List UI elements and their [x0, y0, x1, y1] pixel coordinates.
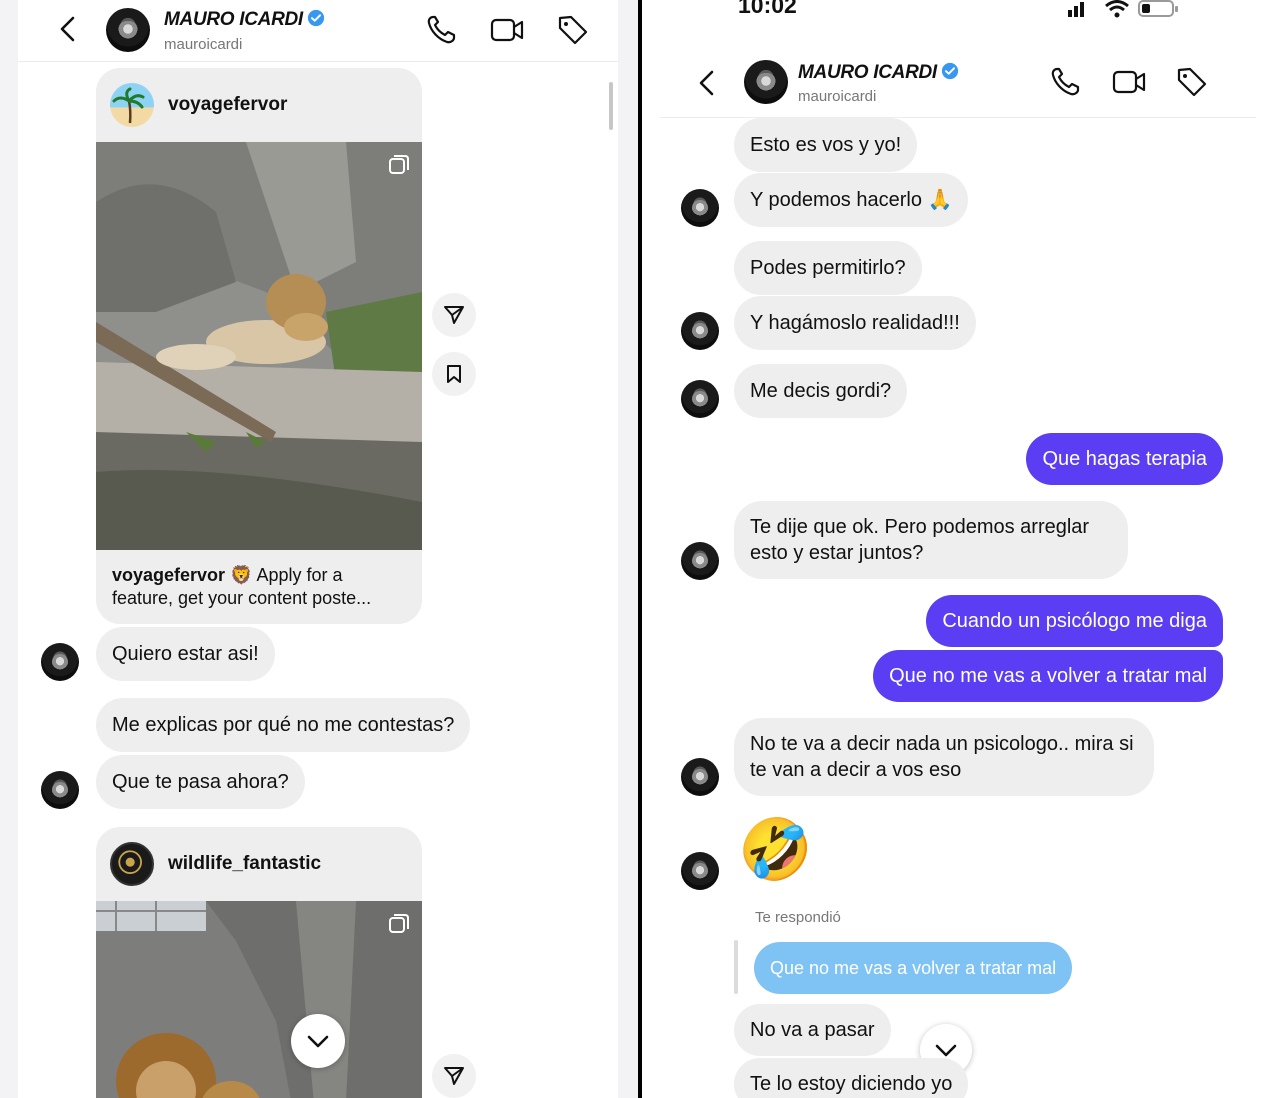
phone-icon[interactable] — [1048, 65, 1082, 99]
tag-icon[interactable] — [556, 13, 590, 47]
share-button[interactable] — [432, 1054, 476, 1098]
battery-icon — [1138, 0, 1178, 17]
contact-avatar[interactable] — [106, 8, 150, 52]
share-button[interactable] — [432, 293, 476, 337]
verified-icon — [307, 9, 325, 27]
back-icon[interactable] — [693, 68, 723, 98]
contact-name-text: MAURO ICARDI — [798, 62, 937, 83]
reply-quote-bar — [734, 940, 738, 994]
wifi-icon — [1105, 0, 1129, 18]
post-header: wildlife_fantastic — [96, 827, 422, 901]
sender-avatar[interactable] — [41, 643, 79, 681]
sender-avatar[interactable] — [681, 380, 719, 418]
chat-header: MAURO ICARDI mauroicardi — [18, 0, 618, 62]
verified-icon — [941, 62, 959, 80]
contact-username: mauroicardi — [798, 88, 877, 105]
contact-username: mauroicardi — [164, 36, 243, 53]
post-author-username[interactable]: wildlife_fantastic — [168, 853, 321, 875]
post-author-avatar — [110, 842, 154, 886]
sender-avatar[interactable] — [41, 771, 79, 809]
palm-tree-icon — [112, 87, 145, 124]
save-icon — [447, 365, 461, 383]
contact-avatar[interactable] — [744, 60, 788, 104]
tag-icon[interactable] — [1175, 65, 1209, 99]
video-icon[interactable] — [490, 13, 524, 47]
shared-post[interactable]: voyagefervor voyagefervor 🦁 Apply for a … — [96, 68, 422, 624]
message-bubble[interactable]: Te lo estoy diciendo yo — [734, 1058, 969, 1098]
chat-screen-left: MAURO ICARDI mauroicardi voyagefervor vo… — [18, 0, 618, 1098]
emoji-message[interactable]: 🤣 — [738, 820, 813, 880]
scroll-to-bottom-button[interactable] — [291, 1014, 345, 1068]
my-message-bubble[interactable]: Que no me vas a volver a tratar mal — [873, 650, 1223, 702]
shared-post[interactable]: wildlife_fantastic — [96, 827, 422, 1098]
wildlife-logo-icon — [118, 850, 142, 874]
message-bubble[interactable]: No te va a decir nada un psicologo.. mir… — [734, 718, 1154, 796]
post-header: voyagefervor — [96, 68, 422, 142]
message-bubble[interactable]: Que te pasa ahora? — [96, 755, 305, 809]
post-caption: voyagefervor 🦁 Apply for a feature, get … — [96, 550, 422, 624]
scrollbar[interactable] — [609, 82, 613, 130]
message-bubble[interactable]: Te dije que ok. Pero podemos arreglar es… — [734, 501, 1128, 579]
message-bubble[interactable]: Y hagámoslo realidad!!! — [734, 296, 976, 350]
post-image-lions[interactable] — [96, 901, 422, 1098]
share-icon — [444, 306, 464, 324]
post-author-username[interactable]: voyagefervor — [168, 94, 287, 116]
caption-emoji: 🦁 — [230, 565, 253, 585]
my-message-bubble[interactable]: Cuando un psicólogo me diga — [926, 595, 1223, 647]
share-icon — [444, 1067, 464, 1085]
message-bubble[interactable]: Y podemos hacerlo 🙏 — [734, 173, 969, 227]
multi-photo-icon — [389, 914, 409, 933]
sender-avatar[interactable] — [681, 312, 719, 350]
contact-name-text: MAURO ICARDI — [164, 9, 303, 30]
chevron-down-icon — [307, 1035, 329, 1048]
save-button[interactable] — [432, 352, 476, 396]
sender-avatar[interactable] — [681, 852, 719, 890]
quoted-message[interactable]: Que no me vas a volver a tratar mal — [754, 942, 1073, 994]
sender-avatar[interactable] — [681, 542, 719, 580]
message-bubble[interactable]: Me explicas por qué no me contestas? — [96, 698, 471, 752]
my-message-bubble[interactable]: Que hagas terapia — [1026, 433, 1223, 485]
message-bubble[interactable]: Quiero estar asi! — [96, 627, 275, 681]
multi-photo-icon — [389, 155, 409, 174]
sender-avatar[interactable] — [681, 189, 719, 227]
message-bubble[interactable]: No va a pasar — [734, 1004, 891, 1056]
status-time: 10:02 — [738, 0, 797, 18]
right-screenshot: 10:02 MAURO ICARDI mauroicardi Esto es v… — [642, 0, 1280, 1098]
left-screenshot: MAURO ICARDI mauroicardi voyagefervor vo… — [0, 0, 640, 1098]
signal-icon — [1068, 2, 1084, 17]
lions-photo — [96, 901, 422, 1098]
phone-icon[interactable] — [424, 13, 458, 47]
caption-username[interactable]: voyagefervor — [112, 565, 225, 585]
contact-name[interactable]: MAURO ICARDI — [164, 9, 325, 31]
video-icon[interactable] — [1112, 65, 1146, 99]
lions-photo — [96, 142, 422, 550]
contact-name[interactable]: MAURO ICARDI — [798, 62, 959, 84]
message-bubble[interactable]: Me decis gordi? — [734, 364, 908, 418]
post-author-avatar — [110, 83, 154, 127]
message-bubble[interactable]: Podes permitirlo? — [734, 241, 922, 295]
post-image-lions[interactable] — [96, 142, 422, 550]
back-icon[interactable] — [54, 14, 84, 44]
sender-avatar[interactable] — [681, 758, 719, 796]
message-bubble[interactable]: Esto es vos y yo! — [734, 118, 918, 172]
chat-header: MAURO ICARDI mauroicardi — [660, 52, 1256, 118]
reply-label: Te respondió — [755, 909, 841, 926]
